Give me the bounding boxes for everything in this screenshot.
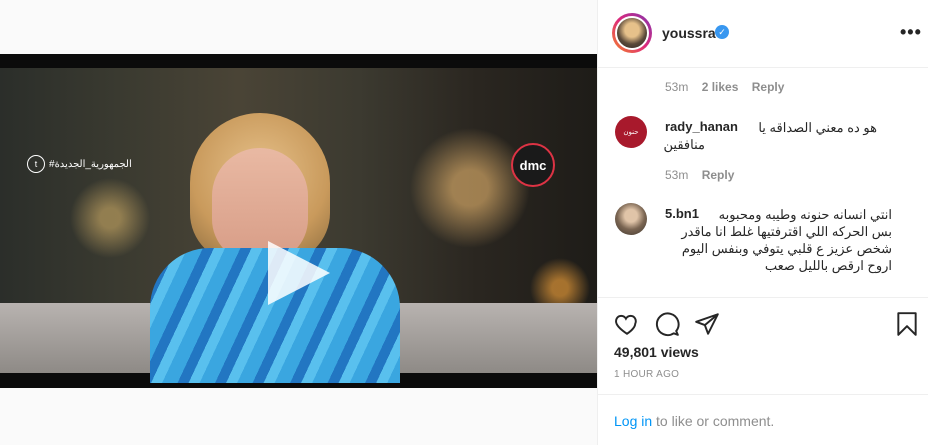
comment-avatar[interactable] [615, 203, 647, 235]
likes-count[interactable]: 2 likes [702, 80, 739, 94]
video-hashtag: t #الجمهورية_الجديدة [27, 155, 132, 173]
comment-meta: 53m Reply [665, 168, 735, 182]
post-panel: youssra ✓ ••• 53m 2 likes Reply حنون rad… [597, 0, 928, 445]
avatar[interactable] [612, 13, 652, 53]
twitter-icon: t [27, 155, 45, 173]
comment-icon[interactable] [654, 311, 680, 337]
post-time[interactable]: 1 HOUR AGO [614, 369, 679, 380]
comment-text: بس الحركه اللي اقترفتيها غلط انا ماقدر ش… [681, 224, 892, 273]
login-prompt: Log in to like or comment. [614, 413, 775, 429]
reply-button[interactable]: Reply [702, 168, 735, 182]
channel-logo: dmc [511, 143, 555, 187]
comment-meta: 53m 2 likes Reply [665, 80, 785, 94]
reply-button[interactable]: Reply [752, 80, 785, 94]
comment-text-continued: منافقين [663, 137, 705, 152]
bookmark-icon[interactable] [894, 311, 920, 337]
login-link[interactable]: Log in [614, 413, 652, 429]
view-count[interactable]: 49,801 views [614, 344, 699, 360]
share-icon[interactable] [694, 311, 720, 337]
play-icon[interactable] [268, 241, 330, 305]
post-username[interactable]: youssra [662, 25, 716, 41]
verified-icon: ✓ [715, 25, 729, 39]
action-bar [598, 297, 928, 337]
heart-icon[interactable] [614, 311, 640, 337]
post-header: youssra ✓ ••• [598, 0, 928, 68]
video-frame [0, 68, 597, 383]
comment-text: انتي انسانه حنونه وطيبه ومحبوبه [718, 207, 892, 222]
comment-text: هو ده معني الصداقه يا [758, 120, 877, 135]
more-icon[interactable]: ••• [900, 22, 922, 43]
comment-username[interactable]: rady_hanan [665, 119, 738, 134]
avatar-image [615, 16, 649, 50]
comment-avatar[interactable]: حنون [615, 116, 647, 148]
video-player[interactable]: t #الجمهورية_الجديدة dmc [0, 54, 597, 388]
post-footer: Log in to like or comment. [598, 394, 928, 445]
